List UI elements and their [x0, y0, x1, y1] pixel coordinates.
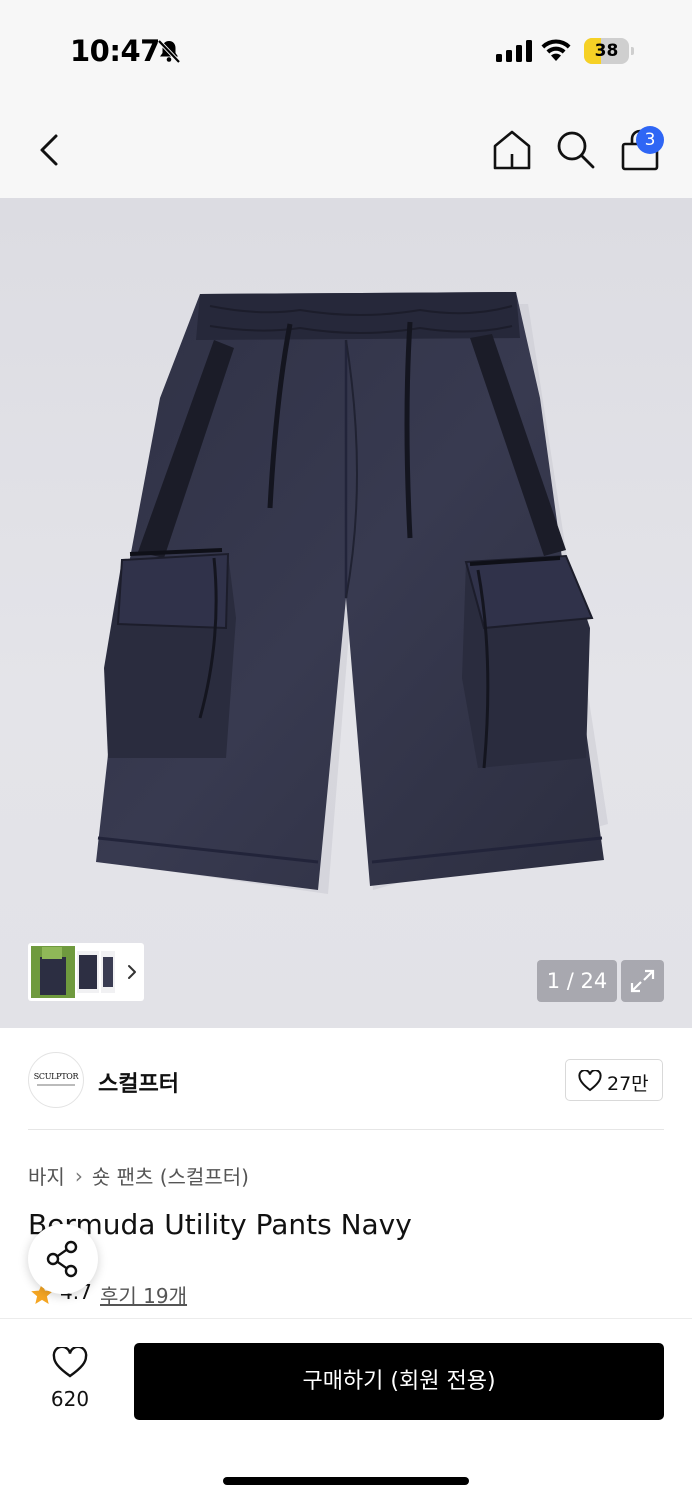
share-icon	[46, 1240, 78, 1278]
cellular-signal-icon	[496, 40, 532, 62]
nav-header	[0, 100, 692, 198]
cart-count-badge: 3	[636, 126, 664, 154]
chevron-right-icon	[128, 965, 136, 979]
brand-like-count: 27만	[607, 1073, 649, 1095]
thumbnail-strip[interactable]	[28, 943, 144, 1001]
bell-slash-icon	[157, 39, 181, 64]
home-indicator	[223, 1477, 469, 1485]
chevron-right-icon: ›	[74, 1163, 83, 1188]
buy-button[interactable]: 구매하기 (회원 전용)	[134, 1343, 664, 1420]
shorts-illustration	[96, 292, 608, 894]
status-time: 10:47	[70, 34, 160, 68]
wishlist-count: 620	[50, 1387, 90, 1411]
chevron-left-icon[interactable]	[34, 130, 66, 170]
product-image[interactable]: 1 / 24	[0, 198, 692, 1028]
brand-name[interactable]: 스컬프터	[98, 1066, 179, 1098]
expand-icon	[630, 969, 655, 993]
bottom-action-bar: 620 구매하기 (회원 전용)	[0, 1318, 692, 1500]
brand-logo[interactable]: SCULPTOR	[28, 1052, 84, 1108]
breadcrumb-category[interactable]: 바지	[28, 1165, 65, 1189]
brand-logo-text: SCULPTOR	[33, 1072, 79, 1081]
home-icon[interactable]	[490, 128, 534, 172]
battery-icon: 38	[584, 38, 634, 64]
brand-row[interactable]: SCULPTOR 스컬프터 27만	[0, 1030, 692, 1130]
like-brand-button[interactable]: 27만	[565, 1059, 663, 1101]
heart-icon	[52, 1347, 88, 1378]
battery-level: 38	[594, 41, 619, 61]
fullscreen-button[interactable]	[621, 960, 664, 1002]
divider	[28, 1129, 664, 1130]
search-icon[interactable]	[554, 128, 596, 170]
wifi-icon	[541, 39, 571, 61]
heart-icon	[578, 1070, 602, 1092]
breadcrumb: 바지 › 숏 팬츠 (스컬프터)	[28, 1161, 249, 1190]
breadcrumb-subcategory[interactable]: 숏 팬츠 (스컬프터)	[92, 1165, 249, 1189]
share-button[interactable]	[28, 1224, 98, 1294]
wishlist-button[interactable]: 620	[40, 1347, 100, 1413]
image-counter: 1 / 24	[537, 960, 617, 1002]
status-bar: 10:47 38	[0, 0, 692, 100]
review-link[interactable]: 후기 19개	[100, 1280, 187, 1309]
